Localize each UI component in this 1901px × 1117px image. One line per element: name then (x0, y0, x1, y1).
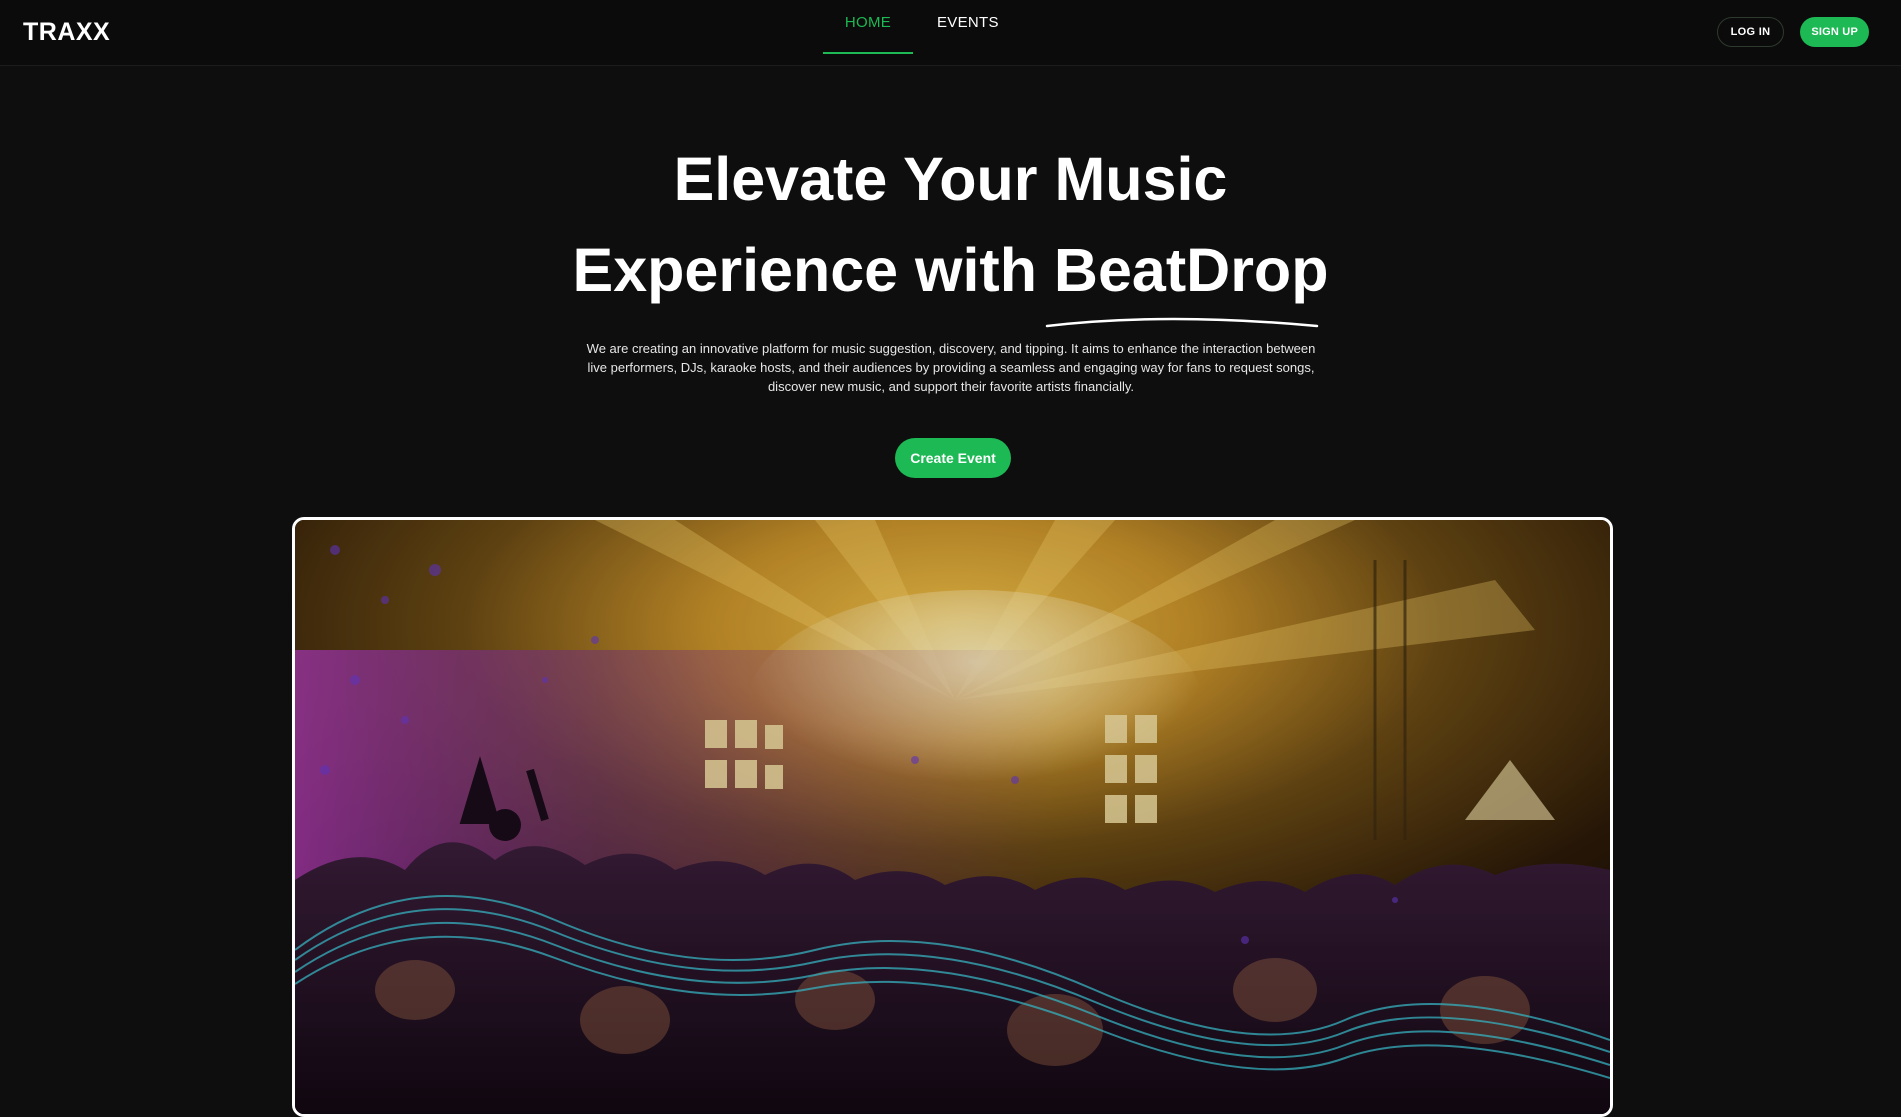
signup-button[interactable]: SIGN UP (1800, 17, 1869, 47)
login-button[interactable]: LOG IN (1716, 17, 1785, 47)
hero-image (292, 517, 1613, 1117)
hero-description: We are creating an innovative platform f… (586, 341, 1316, 394)
create-event-button[interactable]: Create Event (895, 438, 1011, 478)
hero-title-brand: BeatDrop (1045, 225, 1329, 328)
logo[interactable]: TRAXX (23, 18, 110, 47)
tab-home[interactable]: HOME (823, 0, 913, 54)
auth-buttons: LOG IN SIGN UP (1716, 17, 1869, 47)
hero-title-line1: Elevate Your Music (673, 145, 1228, 213)
brand-word-text: BeatDrop (1053, 236, 1329, 304)
brand-underline-swoosh (1045, 317, 1319, 328)
main-nav: HOME EVENTS (823, 0, 1023, 54)
top-navbar: TRAXX HOME EVENTS LOG IN SIGN UP (0, 0, 1901, 66)
concert-crowd-illustration (295, 520, 1610, 1114)
hero-title: Elevate Your Music Experience with BeatD… (0, 134, 1901, 328)
hero-title-line2-prefix: Experience with (572, 236, 1054, 304)
tab-events[interactable]: EVENTS (913, 0, 1023, 54)
